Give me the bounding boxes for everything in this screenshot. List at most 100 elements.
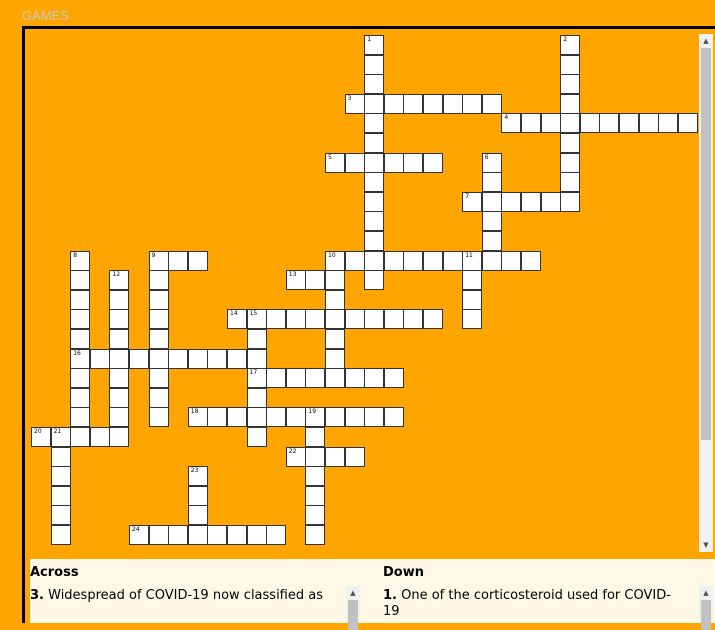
- crossword-cell[interactable]: [383, 93, 404, 114]
- crossword-cell[interactable]: [364, 309, 385, 330]
- crossword-cell[interactable]: 12: [109, 270, 130, 291]
- scroll-up-arrow-icon[interactable]: ▲: [346, 586, 360, 600]
- crossword-cell[interactable]: [109, 329, 130, 349]
- crossword-cell[interactable]: [305, 368, 326, 389]
- crossword-cell[interactable]: [109, 407, 130, 428]
- crossword-cell[interactable]: [325, 270, 345, 291]
- crossword-cell[interactable]: [285, 407, 306, 428]
- across-clue-list[interactable]: 3. Widespread of COVID-19 now classified…: [30, 586, 340, 623]
- crossword-cell[interactable]: [50, 466, 71, 487]
- crossword-cell[interactable]: [383, 407, 404, 428]
- crossword-cell[interactable]: [560, 113, 581, 134]
- crossword-cell[interactable]: [462, 93, 483, 114]
- crossword-cell[interactable]: [364, 93, 385, 114]
- crossword-cell[interactable]: [462, 270, 483, 291]
- crossword-cell[interactable]: [442, 250, 463, 271]
- crossword-cell[interactable]: [423, 250, 443, 271]
- crossword-cell[interactable]: [266, 368, 287, 389]
- crossword-cell[interactable]: [246, 387, 267, 408]
- crossword-cell[interactable]: [266, 309, 287, 330]
- crossword-cell[interactable]: [403, 93, 424, 114]
- crossword-cell[interactable]: 10: [325, 250, 345, 271]
- crossword-cell[interactable]: [325, 329, 345, 349]
- crossword-cell[interactable]: [109, 289, 130, 310]
- crossword-cell[interactable]: [227, 348, 247, 369]
- crossword-cell[interactable]: [521, 113, 541, 134]
- crossword-cell[interactable]: [364, 270, 385, 291]
- crossword-cell[interactable]: [285, 309, 306, 330]
- crossword-cell[interactable]: 16: [70, 348, 91, 369]
- crossword-cell[interactable]: [501, 250, 522, 271]
- crossword-cell[interactable]: [325, 407, 345, 428]
- crossword-cell[interactable]: [227, 525, 247, 545]
- crossword-cell[interactable]: [148, 348, 169, 369]
- crossword-cell[interactable]: [364, 113, 385, 134]
- crossword-cell[interactable]: [619, 113, 639, 134]
- crossword-cell[interactable]: 19: [305, 407, 326, 428]
- crossword-cell[interactable]: [148, 270, 169, 291]
- crossword-cell[interactable]: [599, 113, 620, 134]
- clue-item[interactable]: 1. One of the corticosteroid used for CO…: [383, 586, 683, 620]
- crossword-cell[interactable]: [325, 289, 345, 310]
- crossword-cell[interactable]: [50, 446, 71, 467]
- crossword-cell[interactable]: [207, 348, 228, 369]
- crossword-cell[interactable]: [344, 368, 365, 389]
- crossword-cell[interactable]: [305, 505, 326, 526]
- crossword-cell[interactable]: [246, 329, 267, 349]
- crossword-cell[interactable]: [560, 74, 581, 95]
- crossword-cell[interactable]: [501, 191, 522, 212]
- crossword-cell[interactable]: 3: [344, 93, 365, 114]
- crossword-cell[interactable]: [364, 211, 385, 232]
- scroll-down-arrow-icon[interactable]: ▼: [699, 538, 713, 552]
- crossword-cell[interactable]: [70, 329, 91, 349]
- crossword-cell[interactable]: [285, 368, 306, 389]
- crossword-cell[interactable]: [344, 407, 365, 428]
- crossword-cell[interactable]: [246, 525, 267, 545]
- crossword-cell[interactable]: 23: [187, 466, 208, 487]
- crossword-cell[interactable]: [462, 289, 483, 310]
- crossword-cell[interactable]: 21: [50, 427, 71, 447]
- crossword-cell[interactable]: [187, 250, 208, 271]
- crossword-cell[interactable]: [481, 93, 502, 114]
- crossword-cell[interactable]: [638, 113, 659, 134]
- crossword-cell[interactable]: [187, 525, 208, 545]
- crossword-cell[interactable]: [383, 250, 404, 271]
- crossword-cell[interactable]: 14: [227, 309, 247, 330]
- crossword-cell[interactable]: 1: [364, 35, 385, 55]
- crossword-cell[interactable]: [560, 93, 581, 114]
- crossword-cell[interactable]: 4: [501, 113, 522, 134]
- crossword-cell[interactable]: [266, 525, 287, 545]
- crossword-cell[interactable]: 8: [70, 250, 91, 271]
- crossword-cell[interactable]: [481, 172, 502, 193]
- crossword-cell[interactable]: 20: [31, 427, 51, 447]
- crossword-cell[interactable]: [383, 368, 404, 389]
- crossword-cell[interactable]: [187, 485, 208, 506]
- crossword-cell[interactable]: [481, 231, 502, 251]
- crossword-cell[interactable]: [207, 407, 228, 428]
- crossword-cell[interactable]: [70, 289, 91, 310]
- crossword-cell[interactable]: [148, 289, 169, 310]
- crossword-grid[interactable]: 1 2 3 4 5 6 7 8 16 9 10 11 12 13 14 15 17 18 19 20 21 22 23 24: [25, 29, 698, 554]
- crossword-cell[interactable]: [364, 172, 385, 193]
- crossword-cell[interactable]: [109, 348, 130, 369]
- crossword-cell[interactable]: [344, 309, 365, 330]
- crossword-cell[interactable]: [168, 250, 189, 271]
- crossword-cell[interactable]: [305, 525, 326, 545]
- scrollbar-thumb[interactable]: [701, 600, 711, 630]
- crossword-cell[interactable]: [364, 250, 385, 271]
- crossword-cell[interactable]: [442, 93, 463, 114]
- across-scrollbar[interactable]: ▲: [346, 586, 360, 630]
- crossword-cell[interactable]: [540, 113, 561, 134]
- crossword-cell[interactable]: [148, 525, 169, 545]
- crossword-cell[interactable]: [227, 407, 247, 428]
- crossword-cell[interactable]: [305, 485, 326, 506]
- crossword-cell[interactable]: [305, 427, 326, 447]
- crossword-cell[interactable]: [148, 309, 169, 330]
- scrollbar-thumb[interactable]: [701, 48, 711, 440]
- crossword-cell[interactable]: [325, 348, 345, 369]
- crossword-cell[interactable]: [246, 348, 267, 369]
- crossword-cell[interactable]: 13: [285, 270, 306, 291]
- clue-item[interactable]: 3. Widespread of COVID-19 now classified…: [30, 586, 340, 604]
- crossword-cell[interactable]: [364, 133, 385, 153]
- crossword-cell[interactable]: [305, 446, 326, 467]
